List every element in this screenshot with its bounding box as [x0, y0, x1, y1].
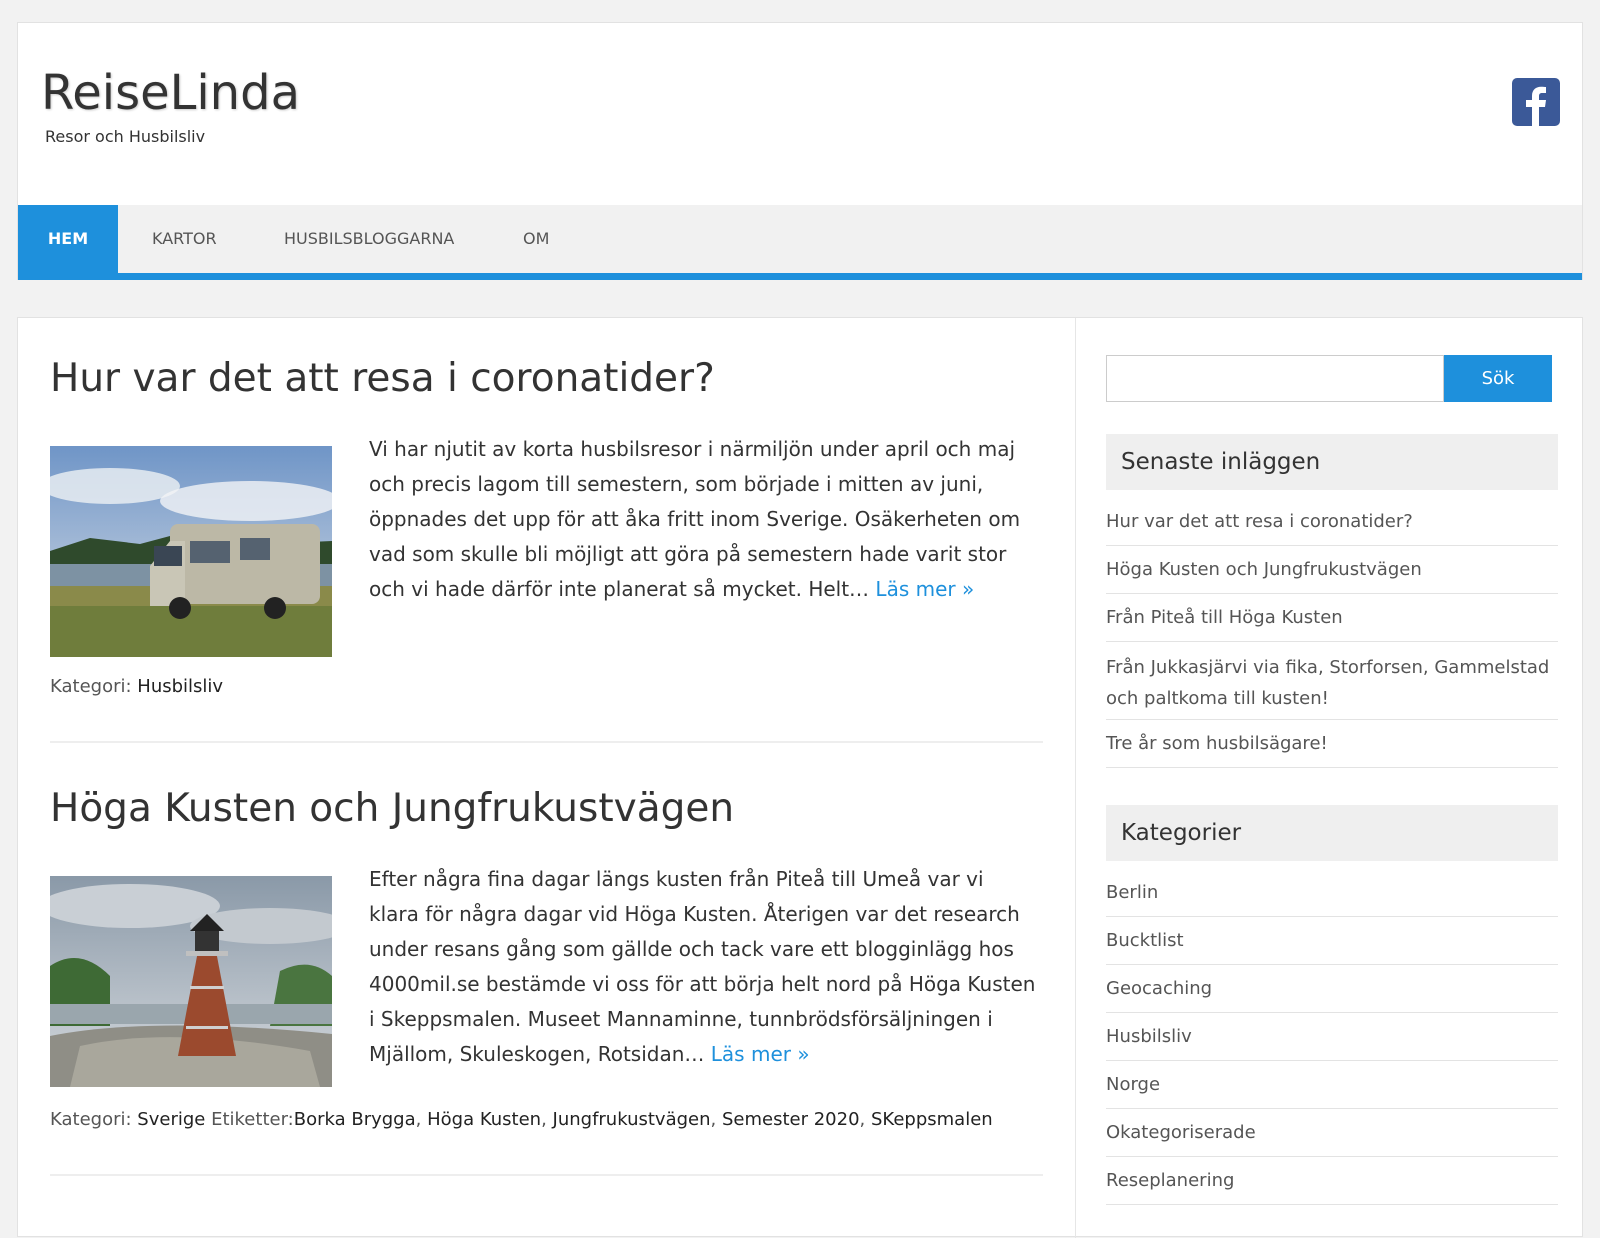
recent-posts-title: Senaste inläggen: [1106, 434, 1558, 490]
list-item[interactable]: Reseplanering: [1106, 1157, 1558, 1205]
tag-link[interactable]: Höga Kusten: [427, 1109, 541, 1130]
recent-posts-list: Hur var det att resa i coronatider? Höga…: [1106, 498, 1558, 768]
nav-item-husbilsbloggarna[interactable]: HUSBILSBLOGGARNA: [284, 205, 454, 273]
main-content-box: Hur var det att resa i coronatider? Vi h…: [17, 317, 1583, 1238]
post-meta: Kategori: Husbilsliv: [50, 676, 223, 697]
tag-link[interactable]: Borka Brygga: [294, 1109, 416, 1130]
post-excerpt: Vi har njutit av korta husbilsresor i nä…: [369, 437, 1021, 601]
tag-link[interactable]: SKeppsmalen: [871, 1109, 993, 1130]
post-list: Hur var det att resa i coronatider? Vi h…: [18, 318, 1076, 1238]
list-item[interactable]: Tre år som husbilsägare!: [1106, 720, 1558, 768]
list-item[interactable]: Husbilsliv: [1106, 1013, 1558, 1061]
post-title[interactable]: Hur var det att resa i coronatider?: [50, 356, 715, 401]
post-meta: Kategori: Sverige Etiketter:Borka Brygga…: [50, 1109, 993, 1130]
list-item[interactable]: Hur var det att resa i coronatider?: [1106, 498, 1558, 546]
read-more-link[interactable]: Läs mer »: [711, 1042, 810, 1066]
category-label: Kategori:: [50, 676, 132, 697]
category-label: Kategori:: [50, 1109, 132, 1130]
categories-title: Kategorier: [1106, 805, 1558, 861]
nav-item-hem[interactable]: HEM: [18, 205, 118, 273]
nav-item-kartor[interactable]: KARTOR: [152, 205, 217, 273]
list-item[interactable]: Geocaching: [1106, 965, 1558, 1013]
list-item[interactable]: Bucktlist: [1106, 917, 1558, 965]
list-item[interactable]: Berlin: [1106, 869, 1558, 917]
categories-list: Berlin Bucktlist Geocaching Husbilsliv N…: [1106, 869, 1558, 1205]
read-more-link[interactable]: Läs mer »: [875, 577, 974, 601]
site-header: ReiseLinda Resor och Husbilsliv HEM KART…: [17, 22, 1583, 280]
list-item[interactable]: Okategoriserade: [1106, 1109, 1558, 1157]
nav-item-om[interactable]: OM: [523, 205, 549, 273]
post-thumbnail-lighthouse[interactable]: [50, 876, 332, 1087]
post-divider: [50, 741, 1043, 743]
tag-link[interactable]: Semester 2020: [722, 1109, 860, 1130]
post-thumbnail-motorhome[interactable]: [50, 446, 332, 657]
facebook-icon[interactable]: [1512, 78, 1560, 126]
list-item[interactable]: Höga Kusten och Jungfrukustvägen: [1106, 546, 1558, 594]
main-navigation: HEM KARTOR HUSBILSBLOGGARNA OM: [18, 205, 1582, 280]
category-link[interactable]: Husbilsliv: [137, 676, 223, 697]
category-link[interactable]: Sverige: [137, 1109, 205, 1130]
search-input[interactable]: [1106, 355, 1444, 402]
list-item[interactable]: Från Piteå till Höga Kusten: [1106, 594, 1558, 642]
tags-label: Etiketter:: [211, 1109, 294, 1130]
list-item[interactable]: Från Jukkasjärvi via fika, Storforsen, G…: [1106, 642, 1558, 720]
site-title[interactable]: ReiseLinda: [41, 65, 300, 121]
search-button[interactable]: Sök: [1444, 355, 1552, 402]
site-description: Resor och Husbilsliv: [45, 127, 206, 146]
tag-link[interactable]: Jungfrukustvägen: [553, 1109, 711, 1130]
post-divider: [50, 1174, 1043, 1176]
post-excerpt: Efter några fina dagar längs kusten från…: [369, 867, 1036, 1066]
post-title[interactable]: Höga Kusten och Jungfrukustvägen: [50, 786, 734, 831]
list-item[interactable]: Norge: [1106, 1061, 1558, 1109]
sidebar: Sök Senaste inläggen Hur var det att res…: [1106, 318, 1558, 1238]
